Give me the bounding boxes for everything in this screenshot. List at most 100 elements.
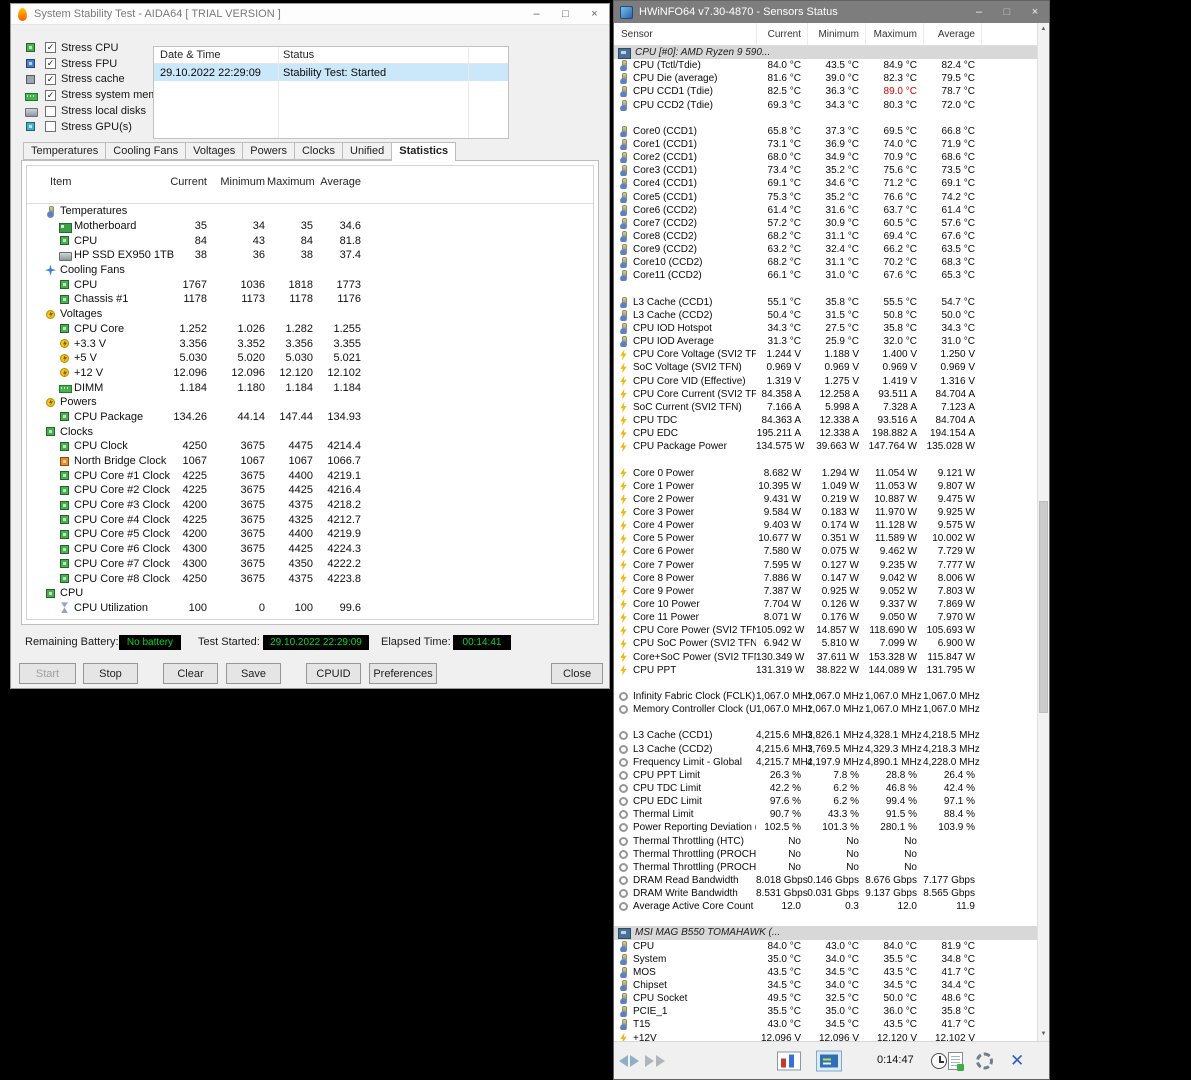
stats-group-row[interactable]: Clocks bbox=[27, 424, 593, 439]
stress-option[interactable]: Stress GPU(s) bbox=[25, 119, 173, 135]
tab-powers[interactable]: Powers bbox=[243, 142, 295, 160]
save-button[interactable]: Save bbox=[226, 663, 281, 684]
stress-option[interactable]: ✓ Stress CPU bbox=[25, 40, 173, 56]
clear-button[interactable]: Clear bbox=[163, 663, 218, 684]
stats-item-row[interactable]: CPU Core #5 Clock 4200 3675 4400 4219.9 bbox=[27, 527, 593, 542]
sensor-row[interactable]: Frequency Limit - Global 4,215.7 MHz 4,197… bbox=[614, 756, 1038, 769]
stats-item-row[interactable]: CPU Utilization 100 0 100 99.6 bbox=[27, 601, 593, 616]
sensor-row[interactable]: Core4 (CCD1) 69.1 °C 34.6 °C 71.2 °C 69.1 °C bbox=[614, 177, 1038, 190]
sensor-row[interactable]: CPU EDC 195.211 A 12.338 A 198.882 A 194.154… bbox=[614, 427, 1038, 440]
scrollbar[interactable]: ▲ ▼ bbox=[1037, 23, 1049, 1041]
graph-button[interactable] bbox=[777, 1051, 801, 1070]
stats-item-row[interactable]: CPU Clock 4250 3675 4475 4214.4 bbox=[27, 439, 593, 454]
sensor-row[interactable]: Chipset 34.5 °C 34.0 °C 34.5 °C 34.4 °C bbox=[614, 979, 1038, 992]
sensor-row[interactable]: Core11 (CCD2) 66.1 °C 31.0 °C 67.6 °C 65.3 °… bbox=[614, 269, 1038, 282]
sensor-row[interactable]: Core0 (CCD1) 65.8 °C 37.3 °C 69.5 °C 66.8 °C bbox=[614, 125, 1038, 138]
stats-item-row[interactable]: CPU Core #2 Clock 4225 3675 4425 4216.4 bbox=[27, 483, 593, 498]
tab-cooling-fans[interactable]: Cooling Fans bbox=[106, 142, 187, 160]
sensor-row[interactable]: L3 Cache (CCD1) 4,215.6 MHz 3,826.1 MHz 4,3… bbox=[614, 729, 1038, 742]
stats-item-row[interactable]: CPU 84 43 84 81.8 bbox=[27, 233, 593, 248]
checkbox[interactable]: ✓ bbox=[45, 42, 56, 54]
forward-arrows-icon[interactable] bbox=[645, 1054, 665, 1067]
sensor-row[interactable]: Average Active Core Count 12.0 0.3 12.0 11.9 bbox=[614, 900, 1038, 913]
sensor-row[interactable]: CPU TDC Limit 42.2 % 6.2 % 46.8 % 42.4 % bbox=[614, 782, 1038, 795]
sensor-row[interactable]: DRAM Read Bandwidth 8.018 Gbps 0.146 Gbps 8… bbox=[614, 874, 1038, 887]
tab-clocks[interactable]: Clocks bbox=[294, 142, 343, 160]
sensor-row[interactable]: Core 7 Power 7.595 W 0.127 W 9.235 W 7.777 W bbox=[614, 558, 1038, 571]
sensor-row[interactable]: CPU Core VID (Effective) 1.319 V 1.275 V 1.… bbox=[614, 375, 1038, 388]
hwinfo-titlebar[interactable]: HWiNFO64 v7.30-4870 - Sensors Status – □… bbox=[614, 1, 1049, 23]
stats-group-row[interactable]: Cooling Fans bbox=[27, 263, 593, 278]
sensors-button[interactable] bbox=[816, 1050, 842, 1071]
stats-item-row[interactable]: HP SSD EX950 1TB 38 36 38 37.4 bbox=[27, 248, 593, 263]
checkbox[interactable] bbox=[45, 121, 56, 133]
sensor-row[interactable]: CPU Die (average) 81.6 °C 39.0 °C 82.3 °C 79… bbox=[614, 72, 1038, 85]
tab-voltages[interactable]: Voltages bbox=[186, 142, 244, 160]
close-sensors-icon[interactable]: ✕ bbox=[1010, 1051, 1024, 1071]
sensor-row[interactable]: Core6 (CCD2) 61.4 °C 31.6 °C 63.7 °C 61.4 °C bbox=[614, 204, 1038, 217]
history-arrows-icon[interactable] bbox=[619, 1054, 639, 1067]
sensor-row[interactable]: Core9 (CCD2) 63.2 °C 32.4 °C 66.2 °C 63.5 °C bbox=[614, 243, 1038, 256]
sensor-row[interactable]: CPU 84.0 °C 43.0 °C 84.0 °C 81.9 °C bbox=[614, 940, 1038, 953]
sensor-row[interactable]: SoC Voltage (SVI2 TFN) 0.969 V 0.969 V 0.96… bbox=[614, 361, 1038, 374]
stats-group-row[interactable]: Powers bbox=[27, 395, 593, 410]
preferences-button[interactable]: Preferences bbox=[369, 663, 437, 684]
scroll-up-icon[interactable]: ▲ bbox=[1038, 23, 1049, 36]
sensor-row[interactable]: +12V 12.096 V 12.096 V 12.120 V 12.102 V bbox=[614, 1032, 1038, 1041]
stats-item-row[interactable]: CPU Core #3 Clock 4200 3675 4375 4218.2 bbox=[27, 498, 593, 513]
sensor-row[interactable]: PCIE_1 35.5 °C 35.0 °C 36.0 °C 35.8 °C bbox=[614, 1005, 1038, 1018]
stats-item-row[interactable]: Chassis #1 1178 1173 1178 1176 bbox=[27, 292, 593, 307]
stats-item-row[interactable]: CPU Core 1.252 1.026 1.282 1.255 bbox=[27, 322, 593, 337]
stats-item-row[interactable]: CPU Core #1 Clock 4225 3675 4400 4219.1 bbox=[27, 468, 593, 483]
close-icon[interactable]: × bbox=[1021, 1, 1049, 23]
sensor-row[interactable]: CPU CCD2 (Tdie) 69.3 °C 34.3 °C 80.3 °C 72.0… bbox=[614, 99, 1038, 112]
sensor-row[interactable]: CPU PPT Limit 26.3 % 7.8 % 28.8 % 26.4 % bbox=[614, 769, 1038, 782]
checkbox[interactable]: ✓ bbox=[45, 89, 56, 101]
sensor-row[interactable]: Core10 (CCD2) 68.2 °C 31.1 °C 70.2 °C 68.3 °… bbox=[614, 256, 1038, 269]
sensor-row[interactable]: CPU Package Power 134.575 W 39.663 W 147.76… bbox=[614, 440, 1038, 453]
sensor-row[interactable]: CPU CCD1 (Tdie) 82.5 °C 36.3 °C 89.0 °C 78.7… bbox=[614, 85, 1038, 98]
stress-option[interactable]: ✓ Stress system memory bbox=[25, 87, 173, 103]
scrollbar-thumb[interactable] bbox=[1039, 501, 1048, 713]
sensor-row[interactable]: Core2 (CCD1) 68.0 °C 34.9 °C 70.9 °C 68.6 °C bbox=[614, 151, 1038, 164]
sensor-row[interactable]: Core 9 Power 7.387 W 0.925 W 9.052 W 7.803 W bbox=[614, 585, 1038, 598]
stats-item-row[interactable]: CPU Package 134.26 44.14 147.44 134.93 bbox=[27, 410, 593, 425]
stats-group-row[interactable]: CPU bbox=[27, 586, 593, 601]
stop-button[interactable]: Stop bbox=[83, 663, 138, 684]
sensor-row[interactable]: Core 2 Power 9.431 W 0.219 W 10.887 W 9.475 … bbox=[614, 493, 1038, 506]
start-button[interactable]: Start bbox=[19, 663, 76, 684]
sensor-row[interactable]: Core 8 Power 7.886 W 0.147 W 9.042 W 8.006 W bbox=[614, 572, 1038, 585]
sensor-row[interactable]: Core8 (CCD2) 68.2 °C 31.1 °C 69.4 °C 67.6 °C bbox=[614, 230, 1038, 243]
stats-item-row[interactable]: CPU Core #7 Clock 4300 3675 4350 4222.2 bbox=[27, 557, 593, 572]
sensor-row[interactable]: CPU TDC 84.363 A 12.338 A 93.516 A 84.704 A bbox=[614, 414, 1038, 427]
sensor-row[interactable]: Core 3 Power 9.584 W 0.183 W 11.970 W 9.925 … bbox=[614, 506, 1038, 519]
sensor-row[interactable]: Core 10 Power 7.704 W 0.126 W 9.337 W 7.869 … bbox=[614, 598, 1038, 611]
checkbox[interactable]: ✓ bbox=[45, 58, 56, 70]
stats-item-row[interactable]: +5 V 5.030 5.020 5.030 5.021 bbox=[27, 351, 593, 366]
sensor-row[interactable]: Core3 (CCD1) 73.4 °C 35.2 °C 75.6 °C 73.5 °C bbox=[614, 164, 1038, 177]
minimize-icon[interactable]: – bbox=[522, 4, 551, 25]
sensor-row[interactable]: CPU PPT 131.319 W 38.822 W 144.089 W 131.795… bbox=[614, 664, 1038, 677]
sensor-row[interactable]: CPU Core Voltage (SVI2 TFN) 1.244 V 1.188 … bbox=[614, 348, 1038, 361]
sensor-row[interactable]: CPU SoC Power (SVI2 TFN) 6.942 W 5.810 W 7.… bbox=[614, 637, 1038, 650]
stats-group-row[interactable]: Voltages bbox=[27, 307, 593, 322]
sensor-row[interactable]: Memory Controller Clock (UCLK)1,067.0 MH… bbox=[614, 703, 1038, 716]
cpuid-button[interactable]: CPUID bbox=[306, 663, 361, 684]
sensor-row[interactable]: Core 0 Power 8.682 W 1.294 W 11.054 W 9.121 … bbox=[614, 467, 1038, 480]
log-row[interactable]: 29.10.2022 22:29:09 Stability Test: Star… bbox=[154, 64, 508, 81]
sensor-row[interactable]: Core+SoC Power (SVI2 TFN) 130.349 W 37.611… bbox=[614, 650, 1038, 663]
minimize-icon[interactable]: – bbox=[965, 1, 993, 23]
sensor-row[interactable]: CPU IOD Hotspot 34.3 °C 27.5 °C 35.8 °C 34.3… bbox=[614, 322, 1038, 335]
close-button[interactable]: Close bbox=[551, 663, 603, 684]
maximize-icon[interactable]: □ bbox=[993, 1, 1021, 23]
sensor-row[interactable]: Thermal Throttling (PROCHO... No No No bbox=[614, 848, 1038, 861]
stats-item-row[interactable]: Motherboard 35 34 35 34.6 bbox=[27, 219, 593, 234]
stats-item-row[interactable]: DIMM 1.184 1.180 1.184 1.184 bbox=[27, 380, 593, 395]
stats-item-row[interactable]: CPU Core #6 Clock 4300 3675 4425 4224.3 bbox=[27, 542, 593, 557]
sensor-row[interactable]: Core5 (CCD1) 75.3 °C 35.2 °C 76.6 °C 74.2 °C bbox=[614, 191, 1038, 204]
sensor-row[interactable]: Core1 (CCD1) 73.1 °C 36.9 °C 74.0 °C 71.9 °C bbox=[614, 138, 1038, 151]
sensor-row[interactable]: Core 4 Power 9.403 W 0.174 W 11.128 W 9.575 … bbox=[614, 519, 1038, 532]
sensor-row[interactable]: SoC Current (SVI2 TFN) 7.166 A 5.998 A 7.32… bbox=[614, 401, 1038, 414]
sensor-row[interactable]: L3 Cache (CCD1) 55.1 °C 35.8 °C 55.5 °C 54.7… bbox=[614, 296, 1038, 309]
close-icon[interactable]: × bbox=[580, 4, 609, 25]
